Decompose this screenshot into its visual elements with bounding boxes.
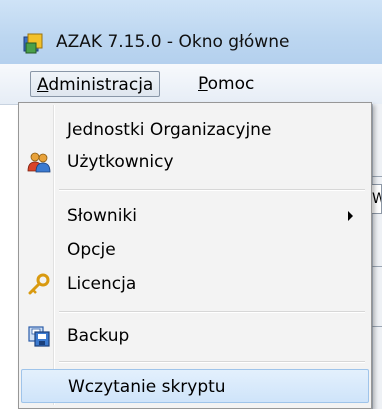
menu-pomoc[interactable]: Pomoc xyxy=(192,71,260,97)
background-divider xyxy=(372,266,382,267)
menu-item-wczytanie-skryptu[interactable]: Wczytanie skryptu xyxy=(21,369,369,403)
menu-item-opcje[interactable]: Opcje xyxy=(21,233,369,267)
menu-bar: Administracja Pomoc xyxy=(0,64,382,105)
menu-item-label: Licencja xyxy=(67,274,137,294)
menu-mnemonic: P xyxy=(198,74,208,94)
menu-item-label: Wczytanie skryptu xyxy=(68,377,226,397)
main-window: AZAK 7.15.0 - Okno główne Administracja … xyxy=(0,0,382,409)
administracja-dropdown-menu: Jednostki Organizacyjne Użytkownicy Słow… xyxy=(18,102,372,409)
menu-separator xyxy=(59,311,365,313)
menu-item-label: Opcje xyxy=(67,240,116,260)
key-icon xyxy=(28,273,50,295)
menu-label-rest: omoc xyxy=(207,74,255,94)
menu-item-label: Użytkownicy xyxy=(67,152,174,172)
app-icon xyxy=(23,33,43,54)
menu-item-slowniki[interactable]: Słowniki xyxy=(21,199,369,233)
menu-mnemonic: A xyxy=(37,75,49,95)
background-divider xyxy=(372,326,382,327)
menu-item-backup[interactable]: Backup xyxy=(21,319,369,353)
menu-item-label: Słowniki xyxy=(67,206,137,226)
background-divider xyxy=(372,176,382,177)
submenu-arrow-icon xyxy=(348,211,353,221)
menu-separator xyxy=(59,361,365,363)
menu-item-label: Jednostki Organizacyjne xyxy=(67,120,272,140)
menu-separator xyxy=(59,189,365,191)
menu-item-label: Backup xyxy=(67,326,130,346)
background-tab-label: W xyxy=(372,191,381,207)
menu-item-licencja[interactable]: Licencja xyxy=(21,267,369,301)
menu-administracja[interactable]: Administracja xyxy=(30,71,161,97)
window-title: AZAK 7.15.0 - Okno główne xyxy=(56,32,290,52)
title-bar[interactable]: AZAK 7.15.0 - Okno główne xyxy=(0,0,382,64)
users-icon xyxy=(27,152,51,173)
background-panel xyxy=(372,104,382,409)
backup-icon xyxy=(28,326,50,347)
menu-item-uzytkownicy[interactable]: Użytkownicy xyxy=(21,145,369,179)
menu-label-rest: dministracja xyxy=(48,75,154,95)
menu-item-jednostki-organizacyjne[interactable]: Jednostki Organizacyjne xyxy=(21,113,369,147)
